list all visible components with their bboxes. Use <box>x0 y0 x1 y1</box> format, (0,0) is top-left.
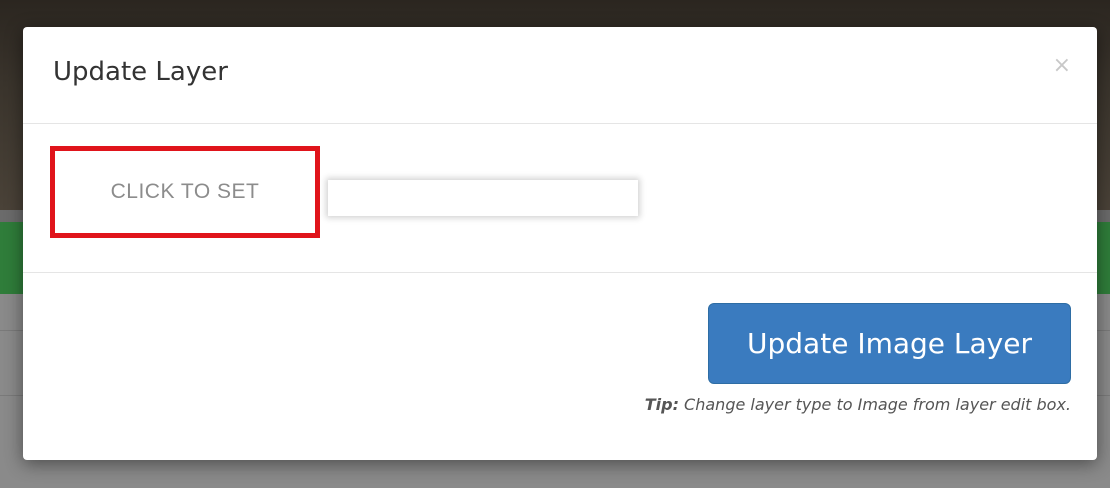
modal-header: Update Layer × <box>23 27 1097 124</box>
layer-value-input[interactable] <box>328 180 638 216</box>
update-layer-modal: Update Layer × CLICK TO SET Update Image… <box>23 27 1097 460</box>
click-to-set-button[interactable]: CLICK TO SET <box>50 146 320 238</box>
update-image-layer-button[interactable]: Update Image Layer <box>708 303 1071 384</box>
click-to-set-label: CLICK TO SET <box>110 180 260 203</box>
modal-body: CLICK TO SET <box>23 124 1097 273</box>
modal-title: Update Layer <box>53 57 228 87</box>
close-icon[interactable]: × <box>1053 55 1071 77</box>
tip-message: Change layer type to Image from layer ed… <box>678 395 1071 414</box>
modal-footer: Update Image Layer Tip: Change layer typ… <box>23 273 1097 460</box>
tip-label: Tip: <box>644 395 679 414</box>
tip-text: Tip: Change layer type to Image from lay… <box>645 395 1071 414</box>
